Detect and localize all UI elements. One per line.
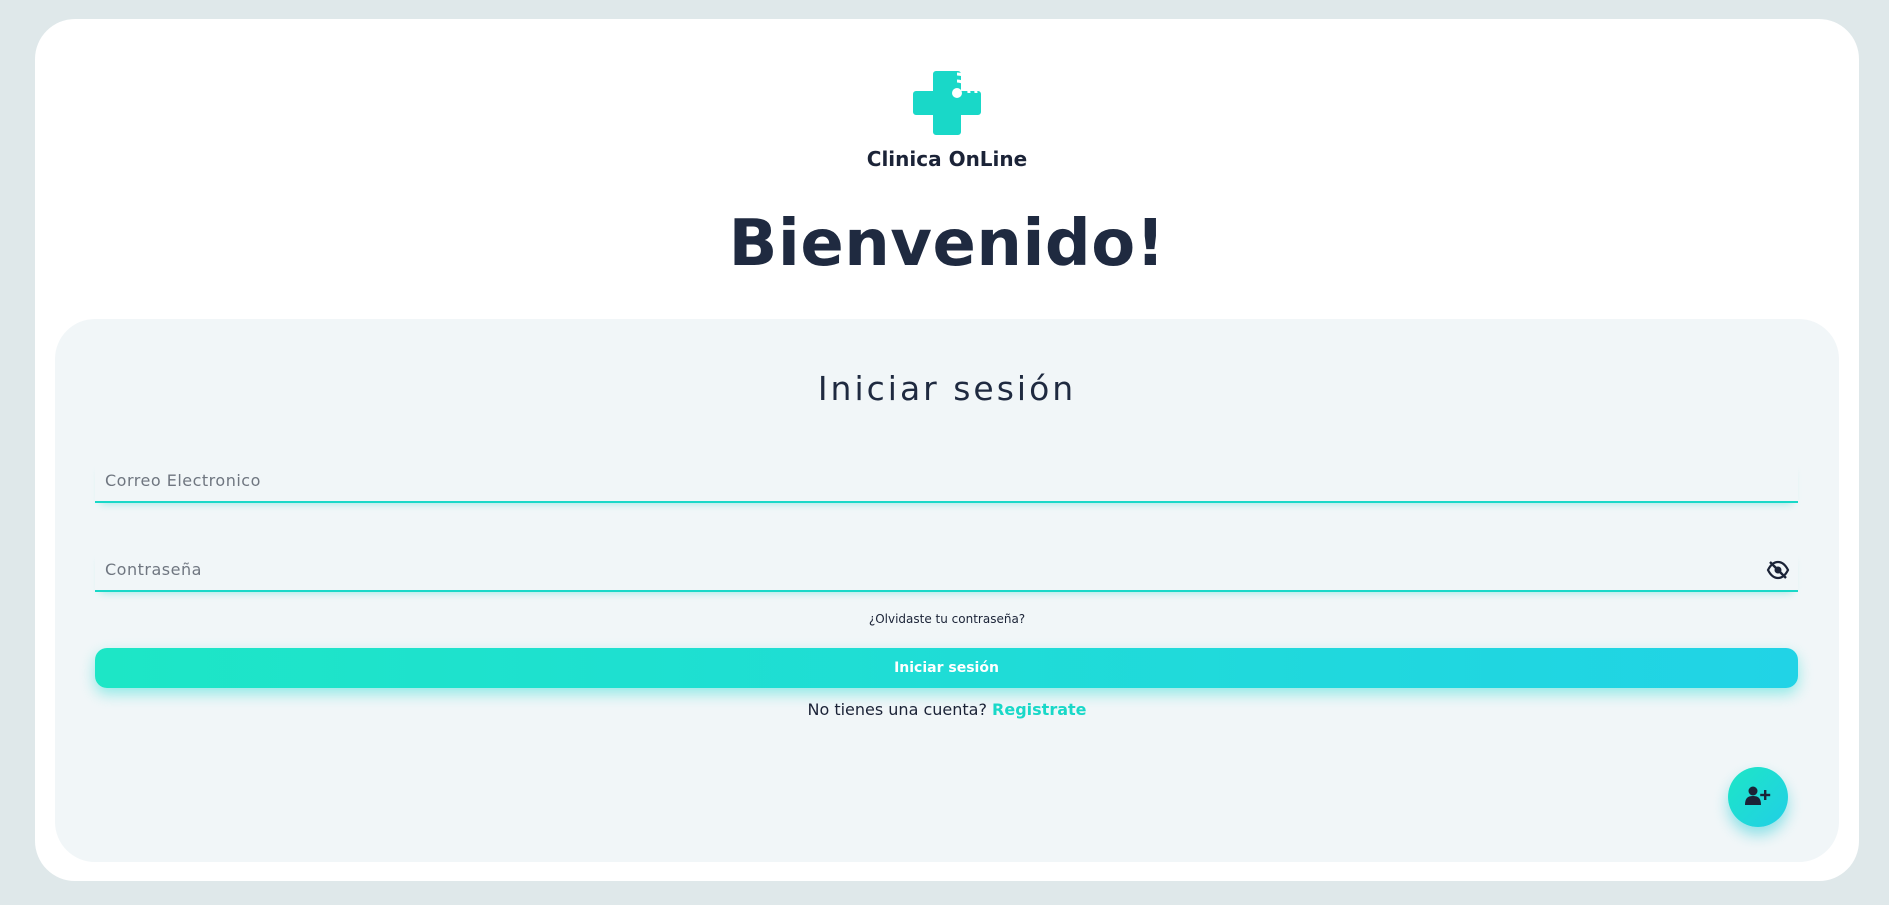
- page-title: Bienvenido!: [728, 207, 1166, 281]
- login-title: Iniciar sesión: [817, 369, 1077, 408]
- login-form: Iniciar sesión ¿Olvidaste tu contraseña?…: [55, 319, 1839, 862]
- user-plus-icon: [1745, 786, 1771, 809]
- brand-header: Clinica OnLine: [35, 69, 1859, 171]
- password-input[interactable]: [95, 548, 1798, 590]
- forgot-password-link[interactable]: ¿Olvidaste tu contraseña?: [55, 612, 1839, 626]
- password-field: [95, 548, 1798, 592]
- email-field: [95, 459, 1798, 503]
- medical-cross-wifi-icon: [913, 69, 981, 137]
- email-input[interactable]: [95, 459, 1798, 501]
- add-user-button[interactable]: [1728, 767, 1788, 827]
- eye-slash-icon[interactable]: [1766, 560, 1790, 580]
- brand-name: Clinica OnLine: [866, 147, 1028, 171]
- signup-link[interactable]: Registrate: [992, 700, 1086, 719]
- signup-prompt-text: No tienes una cuenta?: [807, 700, 987, 719]
- signup-prompt: No tienes una cuenta? Registrate: [55, 700, 1839, 719]
- login-button[interactable]: Iniciar sesión: [95, 648, 1798, 688]
- main-card: Clinica OnLine Bienvenido! Iniciar sesió…: [35, 19, 1859, 881]
